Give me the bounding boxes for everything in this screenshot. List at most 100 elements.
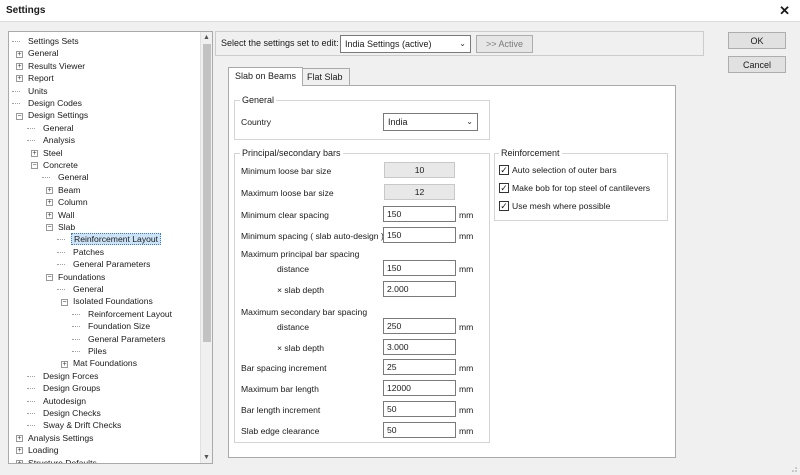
tree-item-label: Design Groups: [43, 383, 101, 394]
tree-item-label: Foundations: [58, 271, 106, 282]
settings-set-label: Select the settings set to edit:: [221, 38, 339, 48]
expand-icon[interactable]: +: [46, 199, 53, 207]
expand-icon[interactable]: +: [16, 63, 23, 71]
min-clear-spacing-input[interactable]: 150: [383, 206, 456, 222]
tree-item[interactable]: General Parameters: [76, 333, 167, 345]
resize-grip-icon[interactable]: [788, 463, 798, 473]
collapse-icon[interactable]: −: [61, 298, 68, 306]
tree-item[interactable]: Design Groups: [31, 382, 102, 394]
tree-item-label: Design Codes: [28, 98, 82, 108]
principal-slab-depth-input[interactable]: 2.000: [383, 281, 456, 297]
tree-item-label: Autodesign: [43, 395, 87, 406]
tree-item[interactable]: General: [61, 283, 106, 295]
tree-item[interactable]: Design Codes: [16, 97, 84, 109]
tree-item[interactable]: + Analysis Settings: [16, 432, 95, 444]
scroll-up-icon[interactable]: ▲: [203, 34, 210, 41]
collapse-icon[interactable]: −: [31, 162, 38, 170]
tree-item[interactable]: + Beam: [46, 184, 82, 196]
tree-item-label: General: [73, 284, 104, 294]
tree-item-label: Wall: [58, 209, 75, 220]
secondary-distance-input[interactable]: 250: [383, 318, 456, 334]
tab-flat-slab[interactable]: Flat Slab: [300, 68, 350, 85]
tree-item[interactable]: Analysis: [31, 134, 77, 146]
tree-item[interactable]: + Column: [46, 196, 90, 208]
tree-item[interactable]: Settings Sets: [16, 35, 81, 47]
tree-item[interactable]: Design Forces: [31, 370, 100, 382]
auto-outer-bars-checkbox[interactable]: ✓ Auto selection of outer bars: [499, 164, 617, 176]
min-spacing-auto-design-input[interactable]: 150: [383, 227, 456, 243]
bar-length-increment-label: Bar length increment: [241, 405, 321, 415]
scroll-thumb[interactable]: [203, 44, 211, 342]
tree-item[interactable]: − Foundations: [46, 271, 107, 283]
ok-button[interactable]: OK: [728, 32, 786, 49]
tree-item[interactable]: General: [46, 171, 91, 183]
tree-item[interactable]: − Isolated Foundations: [61, 295, 155, 307]
tree-item[interactable]: General: [31, 122, 76, 134]
tree-connector-line: [72, 313, 80, 315]
tree-item[interactable]: − Slab: [46, 221, 77, 233]
tree-item-label: Beam: [58, 184, 81, 195]
slab-edge-clearance-input[interactable]: 50: [383, 422, 456, 438]
cancel-button[interactable]: Cancel: [728, 56, 786, 73]
scroll-down-icon[interactable]: ▼: [203, 454, 210, 461]
expand-icon[interactable]: +: [16, 75, 23, 83]
bob-top-steel-checkbox[interactable]: ✓ Make bob for top steel of cantilevers: [499, 182, 650, 194]
expand-icon[interactable]: +: [46, 187, 53, 195]
tree-item[interactable]: Foundation Size: [76, 320, 152, 332]
tree-connector-line: [72, 351, 80, 352]
expand-icon[interactable]: +: [31, 149, 38, 157]
tree-item[interactable]: + Results Viewer: [16, 60, 87, 72]
tree-connector-line: [12, 41, 20, 42]
tree-item[interactable]: − Design Settings: [16, 109, 90, 121]
tree-connector-line: [72, 338, 80, 340]
min-loose-bar-label: Minimum loose bar size: [241, 166, 332, 176]
collapse-icon[interactable]: −: [16, 112, 23, 120]
tree-item[interactable]: + General: [16, 47, 61, 59]
active-button[interactable]: >> Active: [476, 35, 533, 53]
window-title: Settings: [6, 5, 46, 16]
tree-connector-line: [27, 400, 35, 402]
expand-icon[interactable]: +: [16, 50, 23, 58]
tree-item[interactable]: + Structure Defaults: [16, 457, 99, 464]
collapse-icon[interactable]: −: [46, 224, 53, 232]
tree-item[interactable]: + Loading: [16, 444, 61, 456]
tree-item[interactable]: Piles: [76, 345, 109, 357]
title-bar: Settings ✕: [0, 0, 800, 22]
expand-icon[interactable]: +: [16, 447, 23, 455]
bar-length-increment-input[interactable]: 50: [383, 401, 456, 417]
principal-distance-input[interactable]: 150: [383, 260, 456, 276]
tree-item[interactable]: + Report: [16, 72, 56, 84]
use-mesh-checkbox[interactable]: ✓ Use mesh where possible: [499, 200, 610, 212]
max-bar-length-input[interactable]: 12000: [383, 380, 456, 396]
tree-item[interactable]: Design Checks: [31, 407, 103, 419]
tree-item[interactable]: + Mat Foundations: [61, 357, 139, 369]
expand-icon[interactable]: +: [16, 459, 23, 463]
expand-icon[interactable]: +: [46, 211, 53, 219]
tree-scrollbar[interactable]: ▲ ▼: [200, 32, 212, 463]
expand-icon[interactable]: +: [16, 435, 23, 443]
tree-item[interactable]: + Wall: [46, 209, 76, 221]
settings-tree[interactable]: ▲ ▼ Settings Sets + General + Results Viewer…: [8, 31, 213, 464]
close-icon[interactable]: ✕: [779, 3, 790, 19]
tree-item[interactable]: Reinforcement Layout: [76, 308, 174, 320]
collapse-icon[interactable]: −: [46, 273, 53, 281]
tree-item[interactable]: Patches: [61, 246, 106, 258]
settings-set-dropdown[interactable]: India Settings (active) ⌄: [340, 35, 471, 53]
bar-spacing-increment-input[interactable]: 25: [383, 359, 456, 375]
expand-icon[interactable]: +: [61, 360, 68, 368]
tree-item[interactable]: − Concrete: [31, 159, 80, 171]
country-dropdown[interactable]: India ⌄: [383, 113, 478, 131]
secondary-slab-depth-input[interactable]: 3.000: [383, 339, 456, 355]
tree-item[interactable]: General Parameters: [61, 258, 152, 270]
tree-connector-line: [12, 103, 20, 104]
tree-item[interactable]: Autodesign: [31, 395, 88, 407]
tree-item-label: Piles: [88, 346, 107, 356]
tab-slab-on-beams[interactable]: Slab on Beams: [228, 67, 304, 86]
tree-item-label: Structure Defaults: [28, 457, 97, 464]
tree-item-label: Report: [28, 73, 54, 84]
tree-item[interactable]: Sway & Drift Checks: [31, 419, 123, 431]
tree-item[interactable]: + Steel: [31, 147, 65, 159]
tree-item[interactable]: Reinforcement Layout: [61, 233, 162, 246]
tree-item[interactable]: Units: [16, 85, 50, 97]
tree-connector-line: [12, 90, 20, 92]
